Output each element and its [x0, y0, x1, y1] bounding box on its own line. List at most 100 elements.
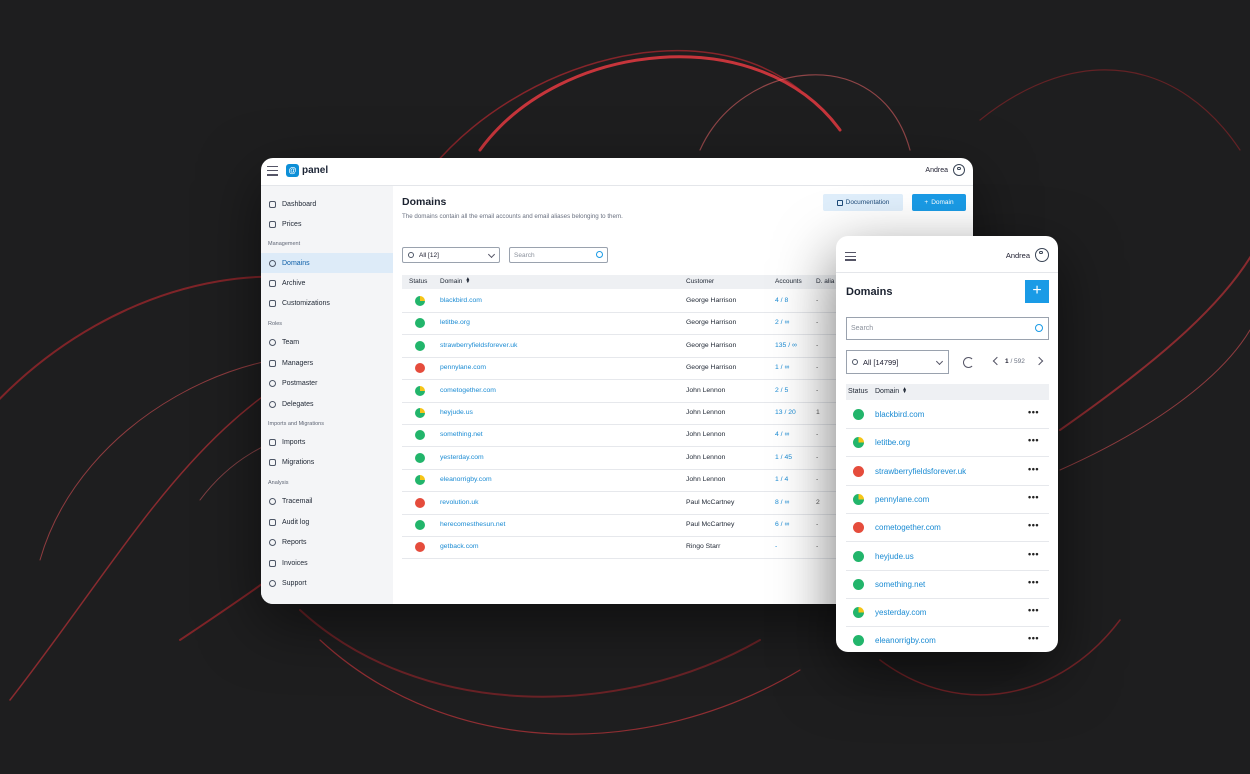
sidebar-item-imports[interactable]: Imports [261, 432, 393, 452]
domain-alias-count: 2 [816, 498, 820, 506]
domain-link[interactable]: blackbird.com [875, 410, 924, 419]
more-options-icon[interactable]: ••• [1028, 407, 1039, 417]
domain-link[interactable]: eleanorrigby.com [875, 636, 936, 645]
domain-link[interactable]: pennylane.com [440, 364, 486, 371]
book-icon [836, 199, 843, 206]
chevron-right-icon[interactable] [1034, 356, 1044, 366]
domain-link[interactable]: cometogether.com [440, 387, 496, 394]
globe-icon [408, 252, 414, 258]
mobile-user-menu[interactable]: Andrea [1006, 248, 1049, 262]
list-item[interactable]: pennylane.com ••• [846, 485, 1049, 514]
domain-link[interactable]: something.net [440, 431, 483, 438]
column-status[interactable]: Status [848, 388, 868, 395]
accounts-count[interactable]: - [775, 543, 777, 550]
sidebar-item-invoices[interactable]: Invoices [261, 553, 393, 573]
list-item[interactable]: strawberryfieldsforever.uk ••• [846, 457, 1049, 486]
customer-name: John Lennon [686, 453, 726, 461]
sidebar-item-delegates[interactable]: Delegates [261, 394, 393, 414]
sidebar-item-managers[interactable]: Managers [261, 353, 393, 373]
domain-link[interactable]: heyjude.us [875, 552, 914, 561]
sidebar-item-reports[interactable]: Reports [261, 532, 393, 552]
sidebar-item-audit-log[interactable]: Audit log [261, 512, 393, 532]
logo[interactable]: @ panel [286, 164, 328, 177]
customer-name: Paul McCartney [686, 498, 735, 506]
more-options-icon[interactable]: ••• [1028, 464, 1039, 474]
accounts-count[interactable]: 1 / 4 [775, 476, 788, 483]
status-green-icon [415, 340, 425, 351]
sidebar-item-archive[interactable]: Archive [261, 273, 393, 293]
column-domain[interactable]: Domain ▲ ▼ [875, 387, 907, 395]
domain-link[interactable]: strawberryfieldsforever.uk [875, 467, 966, 476]
hamburger-icon[interactable] [845, 252, 856, 261]
accounts-count[interactable]: 6 / ∞ [775, 521, 789, 528]
accounts-count[interactable]: 135 / ∞ [775, 342, 797, 349]
accounts-count[interactable]: 4 / 8 [775, 297, 788, 304]
user-menu[interactable]: Andrea [925, 164, 965, 176]
list-item[interactable]: something.net ••• [846, 570, 1049, 599]
domain-link[interactable]: strawberryfieldsforever.uk [440, 342, 517, 349]
domain-link[interactable]: eleanorrigby.com [440, 476, 492, 483]
list-item[interactable]: yesterday.com ••• [846, 598, 1049, 628]
list-item[interactable]: heyjude.us ••• [846, 542, 1049, 571]
sidebar-item-domains[interactable]: Domains [261, 253, 393, 273]
domain-link[interactable]: heyjude.us [440, 409, 473, 416]
column-domain-alias[interactable]: D. alia [816, 278, 834, 285]
more-options-icon[interactable]: ••• [1028, 577, 1039, 587]
accounts-count[interactable]: 1 / ∞ [775, 364, 789, 371]
accounts-count[interactable]: 1 / 45 [775, 454, 792, 461]
filter-select[interactable]: All [12] [402, 247, 500, 263]
refresh-icon[interactable] [963, 357, 974, 368]
column-domain[interactable]: Domain ▲ ▼ [440, 277, 470, 285]
sidebar-item-postmaster[interactable]: Postmaster [261, 373, 393, 393]
status-green-icon [853, 578, 864, 590]
domain-link[interactable]: yesterday.com [875, 608, 926, 617]
accounts-count[interactable]: 13 / 20 [775, 409, 796, 416]
accounts-count[interactable]: 8 / ∞ [775, 499, 789, 506]
more-options-icon[interactable]: ••• [1028, 605, 1039, 615]
accounts-count[interactable]: 2 / 5 [775, 387, 788, 394]
sidebar-item-tracemail[interactable]: Tracemail [261, 491, 393, 511]
list-item[interactable]: eleanorrigby.com ••• [846, 626, 1049, 652]
more-options-icon[interactable]: ••• [1028, 435, 1039, 445]
cart-icon [269, 559, 276, 567]
sidebar-item-prices[interactable]: Prices [261, 214, 393, 234]
domain-link[interactable]: blackbird.com [440, 297, 482, 304]
more-options-icon[interactable]: ••• [1028, 633, 1039, 643]
accounts-count[interactable]: 4 / ∞ [775, 431, 789, 438]
more-options-icon[interactable]: ••• [1028, 520, 1039, 530]
domain-link[interactable]: letitbe.org [875, 438, 910, 447]
domain-link[interactable]: revolution.uk [440, 499, 479, 506]
mobile-search-input[interactable]: Search [846, 317, 1049, 340]
hamburger-icon[interactable] [267, 166, 278, 176]
chevron-left-icon[interactable] [992, 356, 1002, 366]
sidebar-item-support[interactable]: Support [261, 573, 393, 593]
more-options-icon[interactable]: ••• [1028, 549, 1039, 559]
status-partial-icon [853, 607, 864, 619]
domain-link[interactable]: herecomesthesun.net [440, 521, 505, 528]
mobile-filter-select[interactable]: All [14799] [846, 350, 949, 374]
list-item[interactable]: letitbe.org ••• [846, 428, 1049, 458]
more-options-icon[interactable]: ••• [1028, 492, 1039, 502]
sidebar-item-team[interactable]: Team [261, 332, 393, 352]
sidebar-item-customizations[interactable]: Customizations [261, 293, 393, 313]
column-accounts[interactable]: Accounts [775, 278, 802, 285]
column-status[interactable]: Status [409, 278, 427, 285]
domain-link[interactable]: something.net [875, 580, 925, 589]
tracemail-icon [269, 497, 276, 505]
domain-link[interactable]: letitbe.org [440, 319, 470, 326]
list-item[interactable]: cometogether.com ••• [846, 513, 1049, 543]
plus-icon: + [924, 199, 929, 206]
domain-link[interactable]: yesterday.com [440, 454, 484, 461]
sidebar-item-migrations[interactable]: Migrations [261, 452, 393, 472]
add-domain-button[interactable]: + Domain [912, 194, 966, 211]
domain-link[interactable]: cometogether.com [875, 523, 941, 532]
accounts-count[interactable]: 2 / ∞ [775, 319, 789, 326]
sidebar-item-dashboard[interactable]: Dashboard [261, 194, 393, 214]
search-input[interactable]: Search [509, 247, 608, 263]
mobile-add-button[interactable]: + [1025, 280, 1049, 303]
documentation-button[interactable]: Documentation [823, 194, 903, 211]
column-customer[interactable]: Customer [686, 278, 714, 285]
domain-link[interactable]: getback.com [440, 543, 479, 550]
domain-link[interactable]: pennylane.com [875, 495, 929, 504]
list-item[interactable]: blackbird.com ••• [846, 400, 1049, 429]
